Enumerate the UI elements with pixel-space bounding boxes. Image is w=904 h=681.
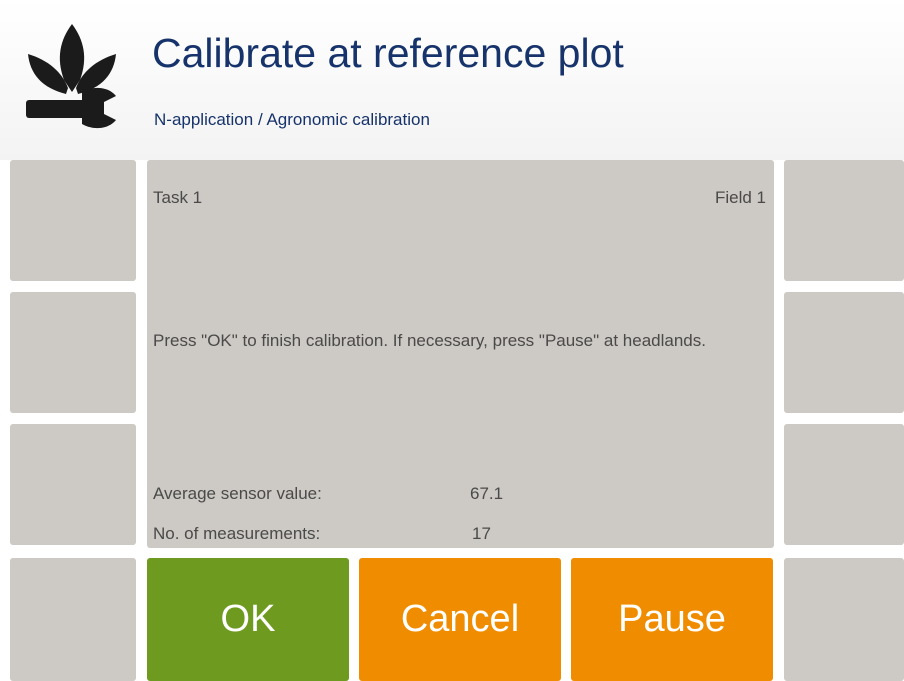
left-softkey-4[interactable] <box>10 558 136 681</box>
header-bar: Calibrate at reference plot N-applicatio… <box>0 0 904 160</box>
right-softkey-4[interactable] <box>784 558 904 681</box>
instruction-message: Press "OK" to finish calibration. If nec… <box>153 331 706 350</box>
field-label: Field 1 <box>714 188 766 207</box>
left-softkey-1[interactable] <box>10 160 136 281</box>
right-softkey-1[interactable] <box>784 160 904 281</box>
average-sensor-label: Average sensor value: <box>153 484 322 503</box>
left-softkey-3[interactable] <box>10 424 136 545</box>
left-softkey-2[interactable] <box>10 292 136 413</box>
cancel-button[interactable]: Cancel <box>359 558 561 681</box>
right-softkey-2[interactable] <box>784 292 904 413</box>
breadcrumb: N-application / Agronomic calibration <box>154 110 430 129</box>
right-softkey-3[interactable] <box>784 424 904 545</box>
calibration-panel: Task 1 Field 1 Press "OK" to finish cali… <box>147 160 774 548</box>
average-sensor-value: 67.1 <box>470 484 504 503</box>
page-title: Calibrate at reference plot <box>152 30 624 76</box>
measurement-count-label: No. of measurements: <box>153 524 321 543</box>
plant-wrench-icon <box>26 24 116 129</box>
task-label: Task 1 <box>153 188 203 207</box>
pause-button[interactable]: Pause <box>571 558 773 681</box>
measurement-count-value: 17 <box>472 524 491 543</box>
ok-button[interactable]: OK <box>147 558 349 681</box>
